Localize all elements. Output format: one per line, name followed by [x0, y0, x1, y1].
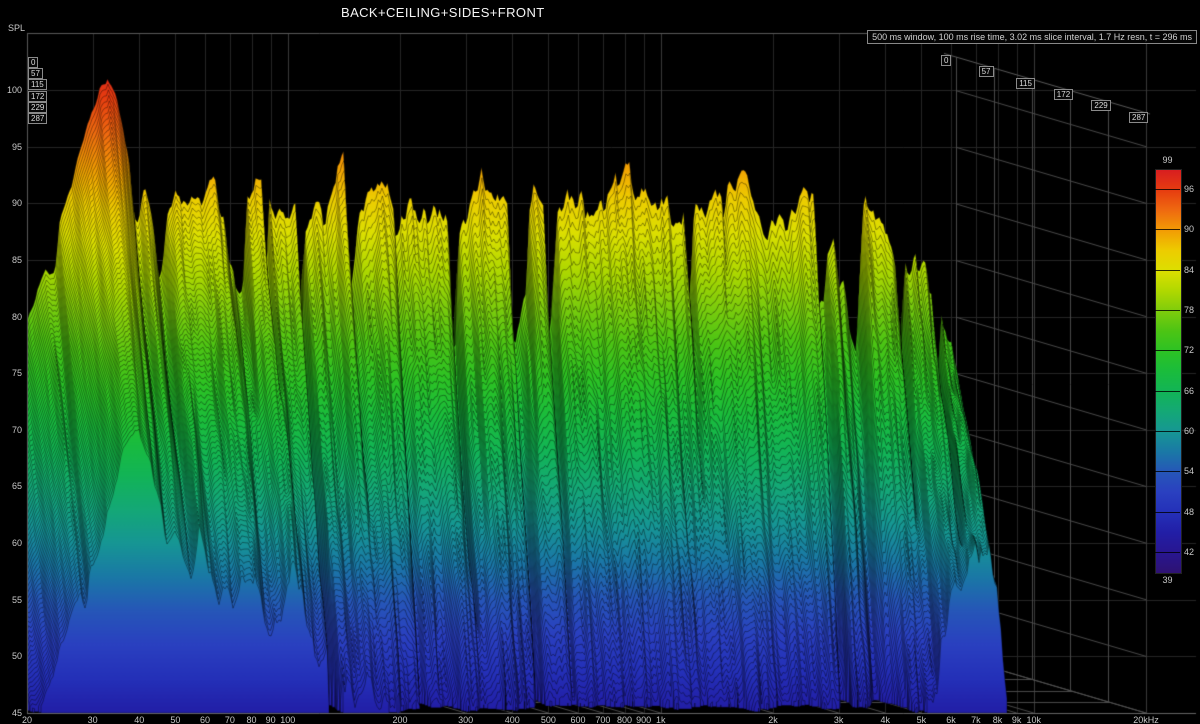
x-tick-label: 1k [656, 715, 666, 724]
time-label-right: 0 [941, 55, 951, 66]
y-tick-label: 85 [0, 255, 22, 265]
x-tick-label: 3k [834, 715, 844, 724]
y-tick-label: 95 [0, 142, 22, 152]
x-tick-label: 800 [617, 715, 632, 724]
colorbar-tick [1155, 350, 1180, 351]
colorbar-tick [1155, 431, 1180, 432]
colorbar-tick [1155, 471, 1180, 472]
time-label-right: 115 [1016, 78, 1035, 89]
colorbar-tick [1155, 552, 1180, 553]
x-tick-label: 70 [225, 715, 235, 724]
measurement-info-box: 500 ms window, 100 ms rise time, 3.02 ms… [867, 30, 1197, 44]
waterfall-plot: BACK+CEILING+SIDES+FRONT SPL 500 ms wind… [0, 0, 1200, 724]
spl-axis-label: SPL [8, 23, 25, 33]
y-tick-label: 75 [0, 368, 22, 378]
x-tick-label: 5k [917, 715, 927, 724]
colorbar-tick-label: 42 [1184, 547, 1194, 557]
x-tick-label: 9k [1012, 715, 1022, 724]
time-label-left: 287 [28, 113, 47, 124]
y-tick-label: 45 [0, 708, 22, 718]
colorbar-tick-label: 78 [1184, 305, 1194, 315]
y-tick-label: 65 [0, 481, 22, 491]
colorbar-tick [1155, 391, 1180, 392]
time-label-right: 287 [1129, 112, 1148, 123]
colorbar-tick-label: 84 [1184, 265, 1194, 275]
x-tick-label: 400 [505, 715, 520, 724]
waterfall-canvas[interactable] [0, 0, 1200, 724]
colorbar-tick-label: 66 [1184, 386, 1194, 396]
time-label-left: 0 [28, 57, 38, 68]
x-tick-label: 4k [881, 715, 891, 724]
x-tick-label: 80 [247, 715, 257, 724]
time-label-right: 57 [979, 66, 994, 77]
x-tick-label: 8k [993, 715, 1003, 724]
x-tick-label: 600 [570, 715, 585, 724]
colorbar-tick [1155, 512, 1180, 513]
y-tick-label: 60 [0, 538, 22, 548]
x-tick-label: 40 [134, 715, 144, 724]
x-tick-label: 7k [971, 715, 981, 724]
x-tick-label: 6k [946, 715, 956, 724]
time-label-left: 229 [28, 102, 47, 113]
x-tick-label: 100 [280, 715, 295, 724]
colorbar-max-label: 99 [1155, 155, 1180, 165]
colorbar-tick [1155, 270, 1180, 271]
colorbar-tick [1155, 310, 1180, 311]
y-tick-label: 90 [0, 198, 22, 208]
colorbar-tick-label: 54 [1184, 466, 1194, 476]
colorbar-legend [1155, 169, 1180, 572]
x-tick-label: 700 [595, 715, 610, 724]
colorbar-tick-label: 48 [1184, 507, 1194, 517]
colorbar-tick [1155, 189, 1180, 190]
x-tick-label: 30 [88, 715, 98, 724]
x-tick-label: 300 [458, 715, 473, 724]
time-label-left: 57 [28, 68, 43, 79]
time-label-right: 172 [1054, 89, 1073, 100]
plot-title: BACK+CEILING+SIDES+FRONT [341, 5, 545, 20]
colorbar-tick-label: 96 [1184, 184, 1194, 194]
time-label-right: 229 [1091, 100, 1110, 111]
y-tick-label: 80 [0, 312, 22, 322]
colorbar-tick-label: 60 [1184, 426, 1194, 436]
x-tick-label: 500 [541, 715, 556, 724]
x-tick-label: 2k [768, 715, 778, 724]
y-tick-label: 70 [0, 425, 22, 435]
x-tick-label: 90 [266, 715, 276, 724]
x-tick-label: 20 [22, 715, 32, 724]
y-tick-label: 50 [0, 651, 22, 661]
x-tick-label: 50 [170, 715, 180, 724]
x-tick-label: 900 [636, 715, 651, 724]
x-tick-label: 60 [200, 715, 210, 724]
y-tick-label: 55 [0, 595, 22, 605]
colorbar-tick-label: 72 [1184, 345, 1194, 355]
colorbar-tick-label: 90 [1184, 224, 1194, 234]
x-tick-label: 20kHz [1133, 715, 1159, 724]
x-tick-label: 10k [1026, 715, 1041, 724]
time-label-left: 115 [28, 79, 47, 90]
time-label-left: 172 [28, 91, 47, 102]
x-tick-label: 200 [392, 715, 407, 724]
colorbar-min-label: 39 [1155, 575, 1180, 585]
y-tick-label: 100 [0, 85, 22, 95]
colorbar-tick [1155, 229, 1180, 230]
